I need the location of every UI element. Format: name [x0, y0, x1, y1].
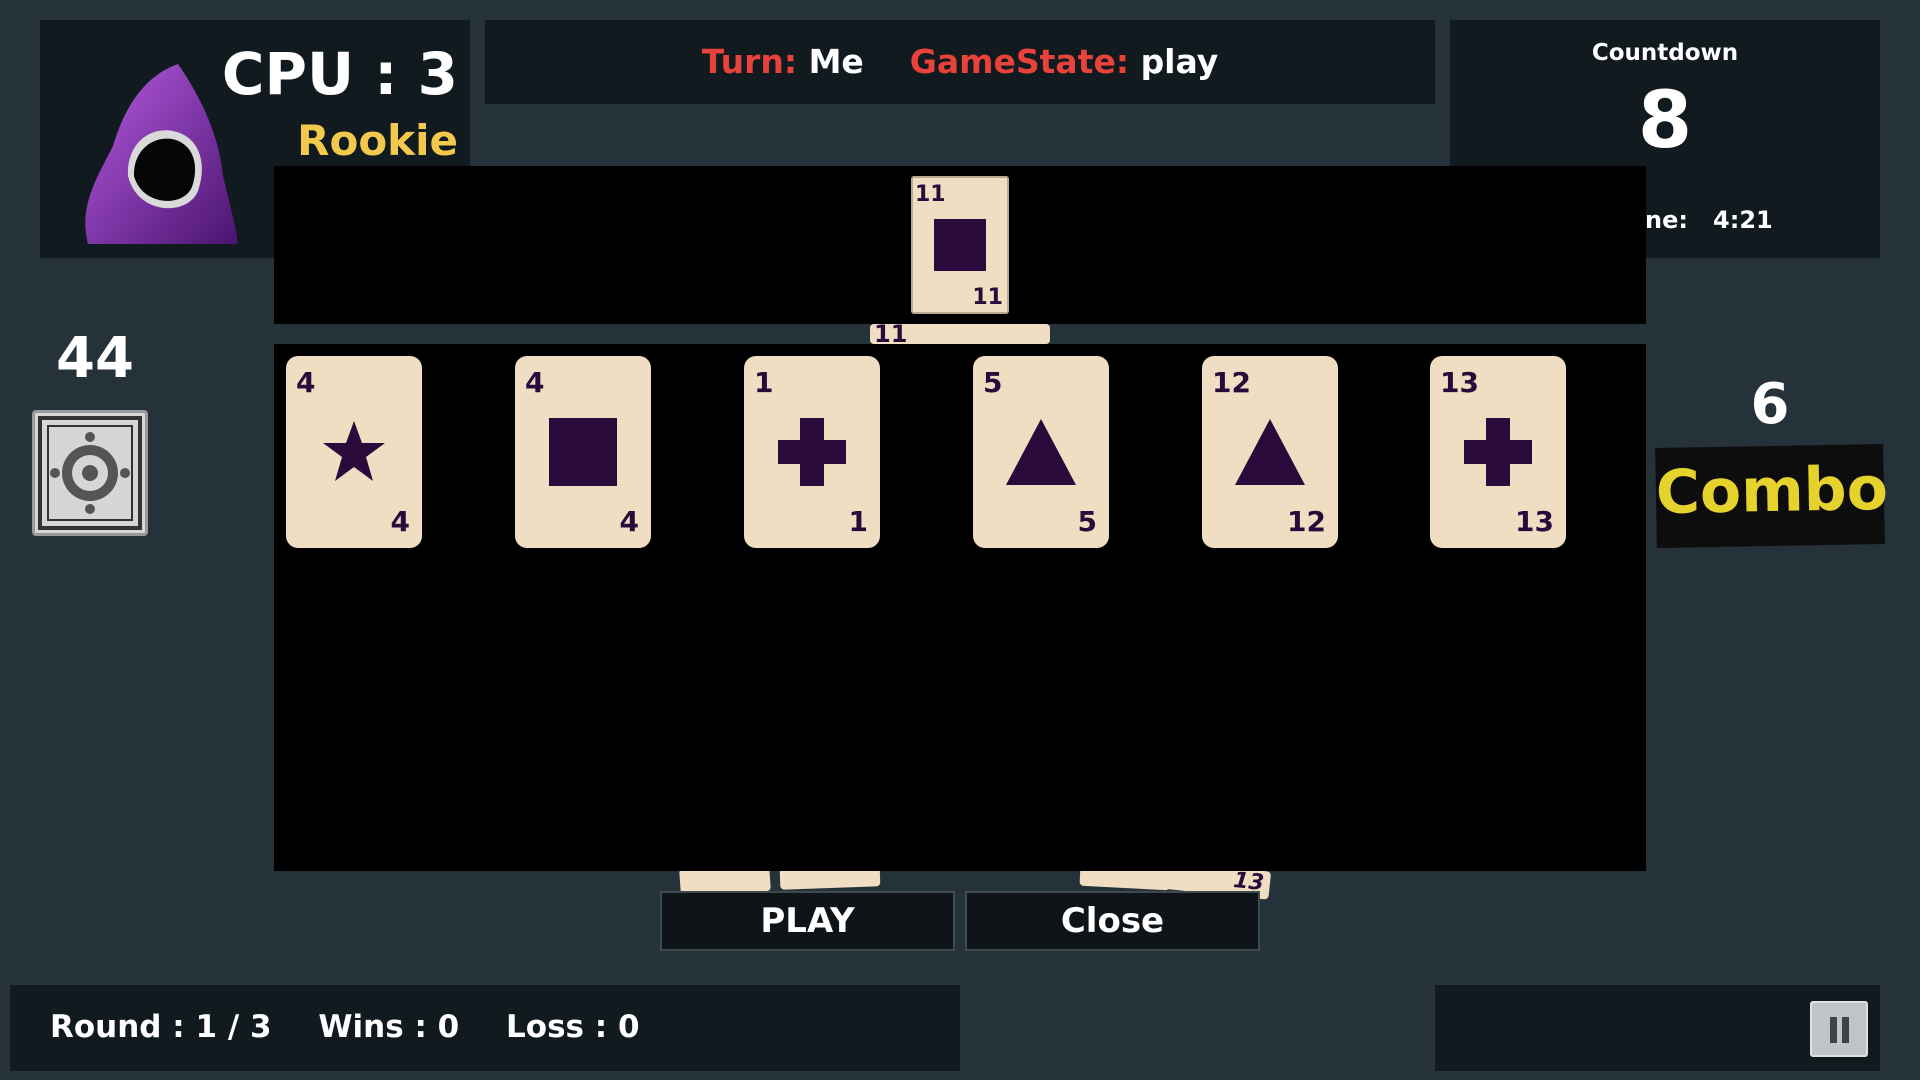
card-value-bottom: 4	[619, 505, 639, 538]
card-value-bottom: 13	[1515, 505, 1554, 538]
card-value-bottom: 4	[390, 505, 410, 538]
triangle-icon	[1235, 419, 1305, 485]
status-text: Turn: Me GameState: play	[485, 42, 1435, 81]
gamestate-label: GameState:	[909, 42, 1130, 81]
combo-label: Combo	[1655, 453, 1889, 528]
triangle-icon	[1006, 419, 1076, 485]
close-button[interactable]: Close	[965, 891, 1260, 951]
loss-label: Loss : 0	[506, 1009, 640, 1045]
time-label: ne:	[1645, 206, 1688, 234]
card-value-bottom: 5	[1077, 505, 1097, 538]
card-value-bottom: 11	[972, 285, 1003, 310]
stats-text: Round : 1 / 3 Wins : 0 Loss : 0	[50, 1009, 676, 1045]
hand-card-3[interactable]: 1 1	[744, 356, 880, 548]
stats-bar: Round : 1 / 3 Wins : 0 Loss : 0	[10, 985, 960, 1071]
card-value-top: 1	[754, 366, 774, 399]
play-button[interactable]: PLAY	[660, 891, 955, 951]
card-value-top: 13	[1440, 366, 1479, 399]
time-row: ne: 4:21	[1645, 206, 1773, 234]
cpu-score: CPU : 3	[221, 40, 458, 108]
card-value-top: 12	[1212, 366, 1251, 399]
hand-card-1[interactable]: 4 4	[286, 356, 422, 548]
card-value-top: 11	[915, 182, 946, 207]
deck-count: 44	[56, 326, 134, 391]
card-value-top: 5	[983, 366, 1003, 399]
countdown-value: 8	[1637, 76, 1693, 166]
hand-card-2[interactable]: 4 4	[515, 356, 651, 548]
controls-bar	[1435, 985, 1880, 1071]
turn-value: Me	[808, 42, 864, 81]
card-back-ornament-icon	[38, 416, 142, 530]
combo-badge: Combo	[1655, 444, 1889, 548]
deck-pile[interactable]	[32, 410, 148, 536]
combo-count: 6	[1750, 372, 1790, 437]
countdown-label: Countdown	[1591, 40, 1739, 66]
hand-card-6[interactable]: 13 13	[1430, 356, 1566, 548]
card-value-bottom: 1	[848, 505, 868, 538]
card-value-bottom: 12	[1287, 505, 1326, 538]
cross-icon	[1464, 418, 1532, 486]
cpu-avatar	[85, 64, 238, 244]
hand-card-5[interactable]: 12 12	[1202, 356, 1338, 548]
status-panel: Turn: Me GameState: play	[485, 20, 1435, 104]
card-value-top: 4	[296, 366, 316, 399]
cpu-level: Rookie	[297, 116, 458, 165]
gamestate-value: play	[1140, 42, 1219, 81]
square-icon	[549, 418, 617, 486]
card-value-top: 4	[525, 366, 545, 399]
square-icon	[934, 219, 986, 271]
time-value: 4:21	[1713, 206, 1773, 234]
hand-card-4[interactable]: 5 5	[973, 356, 1109, 548]
star-icon	[323, 421, 385, 481]
peek-card-top: 11	[870, 320, 1050, 348]
wins-label: Wins : 0	[318, 1009, 460, 1045]
turn-label: Turn:	[701, 42, 798, 81]
cross-icon	[778, 418, 846, 486]
top-card: 11 11	[911, 176, 1009, 314]
round-label: Round : 1 / 3	[50, 1009, 272, 1045]
pause-icon[interactable]	[1810, 1001, 1868, 1057]
